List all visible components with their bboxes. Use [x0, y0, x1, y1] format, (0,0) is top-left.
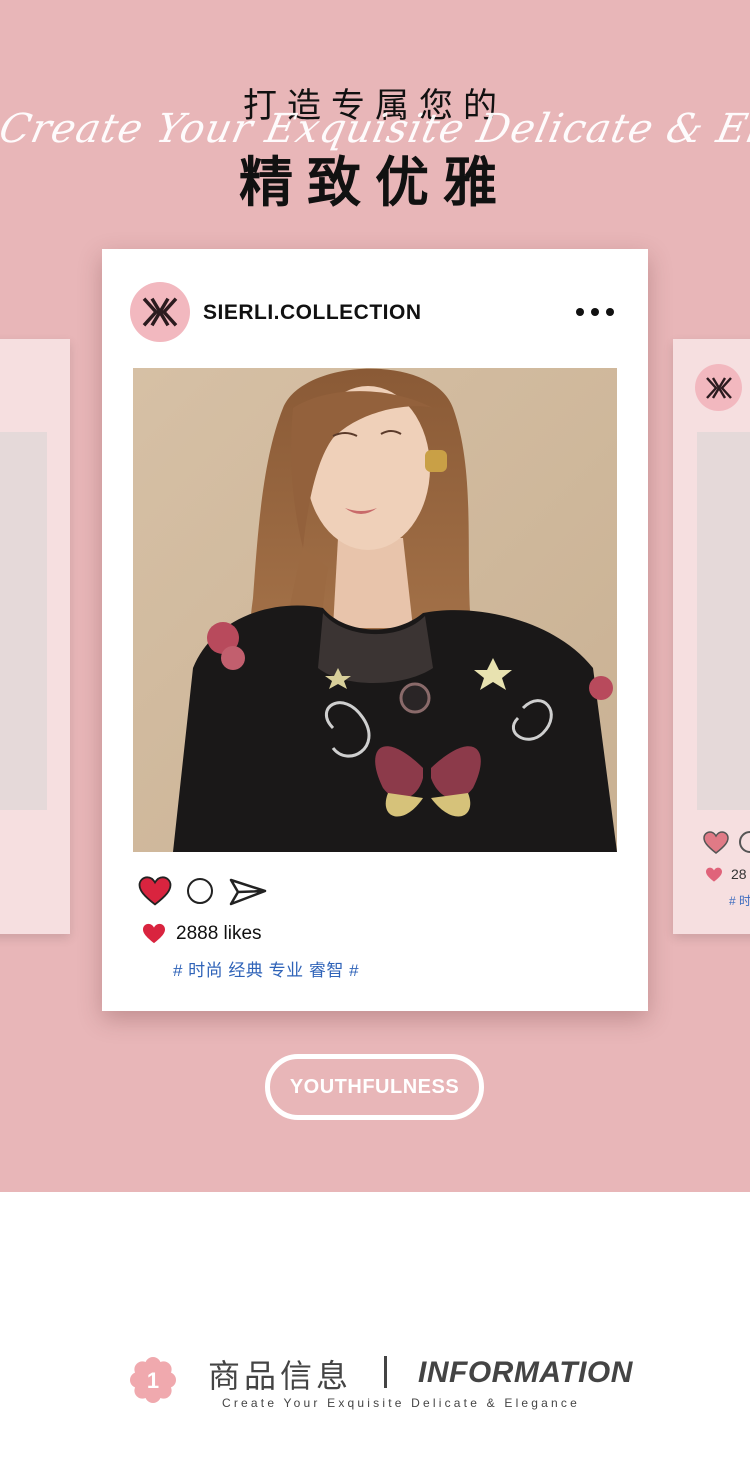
info-title-en: INFORMATION: [418, 1356, 633, 1389]
account-name[interactable]: SIERLI.COLLECTION: [203, 301, 422, 325]
flower-number-badge-icon: 1: [130, 1357, 176, 1403]
more-dots-icon[interactable]: [576, 305, 614, 319]
heart-icon[interactable]: [703, 831, 729, 855]
product-photo: [133, 368, 617, 852]
youthfulness-button[interactable]: YOUTHFULNESS: [265, 1054, 484, 1120]
hashtags: # 时: [729, 894, 750, 908]
info-subtitle: Create Your Exquisite Delicate & Eleganc…: [222, 1396, 581, 1410]
comment-icon[interactable]: [187, 878, 213, 904]
side-card-image-placeholder: [697, 432, 750, 810]
heart-icon: [706, 867, 722, 882]
divider: [384, 1356, 387, 1388]
likes-count: 2888 likes: [176, 923, 262, 944]
comment-icon[interactable]: [739, 831, 750, 853]
svg-text:1: 1: [147, 1368, 159, 1393]
side-card-left[interactable]: [0, 339, 70, 934]
info-title-cn: 商品信息: [208, 1357, 353, 1395]
heart-icon[interactable]: [138, 876, 172, 907]
side-card-image-placeholder: [0, 432, 47, 810]
sierli-logo-icon[interactable]: [130, 282, 190, 342]
hero-title-line2: 精致优雅: [239, 151, 511, 214]
hashtags[interactable]: # 时尚 经典 专业 睿智 #: [173, 956, 359, 981]
heart-icon: [143, 923, 165, 944]
post-card: SIERLI.COLLECTION 2888 likes # 时尚 经典 专业 …: [102, 249, 648, 1011]
share-icon[interactable]: [229, 877, 267, 907]
sierli-logo-icon: [695, 364, 742, 411]
side-card-right[interactable]: 28 # 时: [673, 339, 750, 934]
likes-count: 28: [731, 866, 747, 882]
